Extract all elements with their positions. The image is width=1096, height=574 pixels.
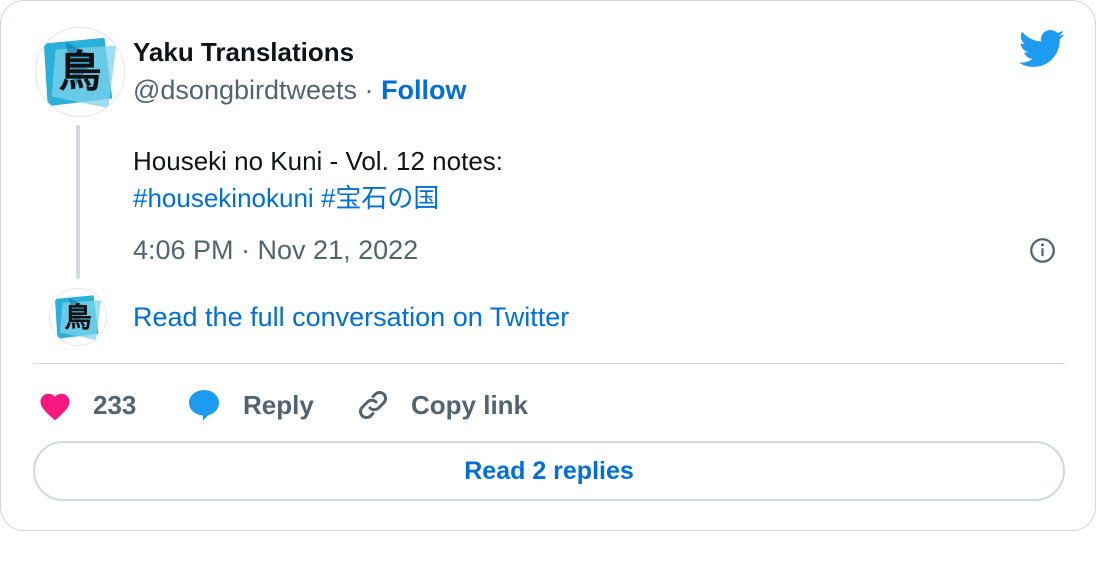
tweet-embed-card: 鳥 Yaku Translations @dsongbirdtweets · F… [0,0,1096,531]
tweet-text-line: Houseki no Kuni - Vol. 12 notes: [133,146,504,176]
handle-row: @dsongbirdtweets · Follow [133,75,467,106]
conversation-avatar[interactable]: 鳥 [49,288,107,346]
avatar-glyph: 鳥 [64,302,91,333]
copy-link-label: Copy link [411,389,529,420]
divider [33,363,1065,364]
reply-label: Reply [243,389,314,420]
tweet-timestamp[interactable]: 4:06 PM · Nov 21, 2022 [133,235,418,266]
link-icon [359,391,387,419]
like-count: 233 [93,389,137,420]
handle-separator: · [364,75,374,105]
reply-button[interactable]: Reply [185,385,314,425]
author-name[interactable]: Yaku Translations [133,37,354,68]
hashtag-link[interactable]: #宝石の国 [321,183,439,213]
hashtag-link[interactable]: #housekinokuni [133,183,314,213]
author-handle[interactable]: @dsongbirdtweets [133,75,357,105]
read-replies-button[interactable]: Read 2 replies [33,441,1065,501]
twitter-bird-icon[interactable] [1019,29,1065,69]
tweet-text: Houseki no Kuni - Vol. 12 notes: #housek… [133,143,503,217]
thread-line [76,125,80,279]
heart-icon [40,393,70,421]
tweet-hashtags: #housekinokuni #宝石の国 [133,180,503,217]
copy-link-button[interactable]: Copy link [355,385,528,425]
info-icon[interactable] [1029,237,1056,264]
speech-bubble-icon [189,390,219,421]
author-avatar[interactable]: 鳥 [35,27,125,117]
avatar-image: 鳥 [36,28,124,116]
avatar-image: 鳥 [50,289,106,345]
follow-link[interactable]: Follow [381,75,466,105]
like-button[interactable]: 233 [37,385,136,425]
avatar-glyph: 鳥 [58,48,101,98]
read-conversation-link[interactable]: Read the full conversation on Twitter [133,302,569,333]
